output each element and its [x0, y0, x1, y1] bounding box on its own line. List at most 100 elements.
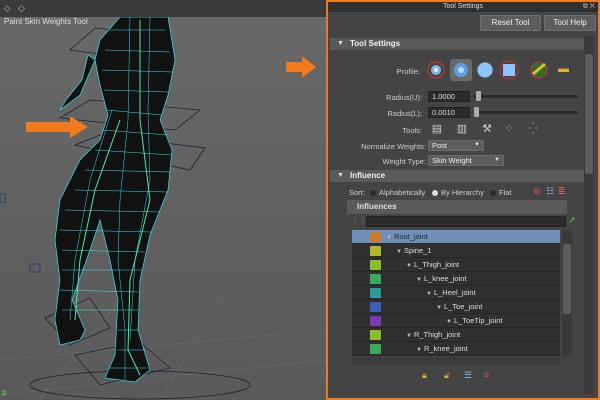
profile-soft-button[interactable] [450, 59, 472, 81]
influence-list[interactable]: ▼ Root_joint ▼ Spine_1 ▼ L_Thigh_joint ▼ L_knee… [352, 230, 560, 356]
expand-arrow-icon[interactable]: ▼ [416, 277, 422, 283]
influence-filter-input[interactable] [366, 216, 566, 227]
lock-icon[interactable]: 🔒︎ [422, 370, 427, 381]
radius-u-slider-knob[interactable] [476, 91, 482, 101]
expand-arrow-icon[interactable]: ▼ [406, 263, 412, 269]
search-filter-icon: ⋮⋮ [351, 216, 367, 225]
tools-label: Tools: [402, 126, 422, 135]
radius-u-slider[interactable] [474, 95, 578, 98]
panel-title-bar: Tool Settings ⧉ ✕ [328, 2, 598, 12]
close-icon[interactable]: ✕ [590, 3, 595, 10]
tool-help-button[interactable]: Tool Help [544, 15, 596, 31]
joint-color-swatch[interactable] [370, 316, 381, 326]
joint-color-swatch[interactable] [370, 232, 381, 242]
weight-type-value: Skin Weight [432, 156, 472, 165]
influence-row[interactable]: ▼ L_knee_joint [352, 272, 560, 286]
normalize-weights-dropdown[interactable]: Post ▼ [428, 140, 484, 151]
float-icon[interactable]: ⧉ [583, 3, 588, 10]
influence-row[interactable]: ▼ L_Heel_joint [352, 286, 560, 300]
copy-weights-icon[interactable]: ▤ [430, 122, 444, 136]
joint-name-text: L_ToeTip_joint [453, 316, 503, 325]
radius-l-slider[interactable] [474, 111, 578, 114]
list-options-icon[interactable]: ☷ [546, 186, 554, 197]
influence-row[interactable]: ▼ L_Toe_joint [352, 300, 560, 314]
sort-by-hierarchy-radio[interactable]: By Hierarchy [432, 188, 484, 197]
joint-color-swatch[interactable] [370, 302, 381, 312]
joint-color-swatch[interactable] [370, 288, 381, 298]
list-view-icon[interactable]: ☰ [464, 370, 472, 381]
joint-color-swatch[interactable] [370, 330, 381, 340]
radius-l-slider-knob[interactable] [474, 107, 479, 117]
expand-list-icon[interactable]: ≣ [558, 186, 566, 197]
profile-image-button[interactable] [528, 59, 550, 81]
expand-arrow-icon[interactable]: ▼ [406, 333, 412, 339]
weight-hammer-icon[interactable]: ⚒ [480, 122, 494, 136]
normalize-weights-value: Post [432, 141, 448, 150]
influences-list-header: Influences [347, 200, 567, 214]
joint-color-swatch[interactable] [370, 260, 381, 270]
folder-icon[interactable]: ▬ [558, 63, 572, 75]
profile-square-button[interactable] [498, 59, 520, 81]
expand-arrow-icon[interactable]: ▼ [436, 305, 442, 311]
joint-color-swatch[interactable] [370, 246, 381, 256]
influence-list-scrollbar[interactable] [562, 230, 572, 356]
radio-dot [432, 190, 438, 196]
influence-list-hscrollbar[interactable] [352, 357, 560, 365]
radius-l-field[interactable]: 0.0010 [428, 107, 470, 118]
weight-type-dropdown[interactable]: Skin Weight ▼ [428, 155, 504, 166]
move-weights-icon[interactable]: ⁘ [502, 122, 516, 136]
panel-scrollbar-thumb[interactable] [585, 54, 593, 174]
chevron-down-icon: ▼ [494, 157, 500, 163]
expand-arrow-icon[interactable]: ▼ [386, 235, 392, 241]
joint-name: ▼ Spine_1 [396, 246, 431, 255]
viewport-toolbar: ⬦ ◇ [0, 0, 326, 17]
panel-window-controls: ⧉ ✕ [583, 2, 595, 12]
sort-alphabetically-radio[interactable]: Alphabetically [370, 188, 425, 197]
profile-solid-button[interactable] [474, 59, 496, 81]
joint-name: ▼ L_Heel_joint [426, 288, 476, 297]
hierarchy-view-icon[interactable]: ≡ [484, 370, 489, 380]
joint-color-swatch[interactable] [370, 274, 381, 284]
expand-arrow-icon[interactable]: ▼ [416, 347, 422, 353]
joint-name-text: L_knee_joint [423, 274, 467, 283]
sort-flat-radio[interactable]: Flat [490, 188, 512, 197]
joint-name: ▼ L_Thigh_joint [406, 260, 459, 269]
reset-tool-button[interactable]: Reset Tool [480, 15, 541, 31]
profile-gaussian-button[interactable] [425, 59, 447, 81]
radius-u-label: Radius(U): [386, 93, 422, 102]
filter-icon[interactable]: ⊜ [533, 186, 541, 197]
section-title: Influence [350, 171, 386, 180]
radio-label: By Hierarchy [441, 188, 484, 197]
expand-arrow-icon[interactable]: ▼ [446, 319, 452, 325]
joint-name-text: Root_joint [393, 232, 428, 241]
influences-title: Influences [357, 202, 397, 211]
unlock-icon[interactable]: 🔓︎ [444, 370, 450, 381]
influence-list-scrollbar-thumb[interactable] [563, 244, 571, 314]
influence-row[interactable]: ▼ R_Thigh_joint [352, 328, 560, 342]
influence-row[interactable]: ▼ Spine_1 [352, 244, 560, 258]
select-tool-icon[interactable]: ⬦ [4, 3, 14, 13]
influence-row[interactable]: ▼ L_ToeTip_joint [352, 314, 560, 328]
influence-section-header[interactable]: ▼ Influence [330, 170, 584, 182]
show-influences-icon[interactable]: ⁛ [526, 122, 540, 136]
radio-dot [370, 190, 376, 196]
3d-viewport[interactable]: ⬦ ◇ p [0, 0, 326, 400]
expand-arrow-icon[interactable]: ▼ [426, 291, 432, 297]
sort-label: Sort: [349, 188, 365, 197]
joint-name-text: L_Thigh_joint [413, 260, 459, 269]
paste-weights-icon[interactable]: ▥ [455, 122, 469, 136]
joint-name: ▼ Root_joint [386, 232, 428, 241]
orange-arrow-icon [26, 116, 88, 138]
expand-arrow-icon[interactable]: ▼ [396, 249, 402, 255]
panel-scrollbar[interactable] [584, 36, 594, 394]
lasso-tool-icon[interactable]: ◇ [18, 3, 28, 13]
influence-row[interactable]: ▼ Root_joint [352, 230, 560, 244]
tool-settings-section-header[interactable]: ▼ Tool Settings [330, 38, 584, 50]
axis-indicator: p [2, 389, 7, 398]
influence-row[interactable]: ▼ R_knee_joint [352, 342, 560, 356]
radius-u-field[interactable]: 1.0000 [428, 91, 470, 102]
influence-row[interactable]: ▼ L_Thigh_joint [352, 258, 560, 272]
joint-color-swatch[interactable] [370, 344, 381, 354]
joint-name: ▼ R_Thigh_joint [406, 330, 460, 339]
pin-icon[interactable]: ↗ [568, 215, 576, 226]
